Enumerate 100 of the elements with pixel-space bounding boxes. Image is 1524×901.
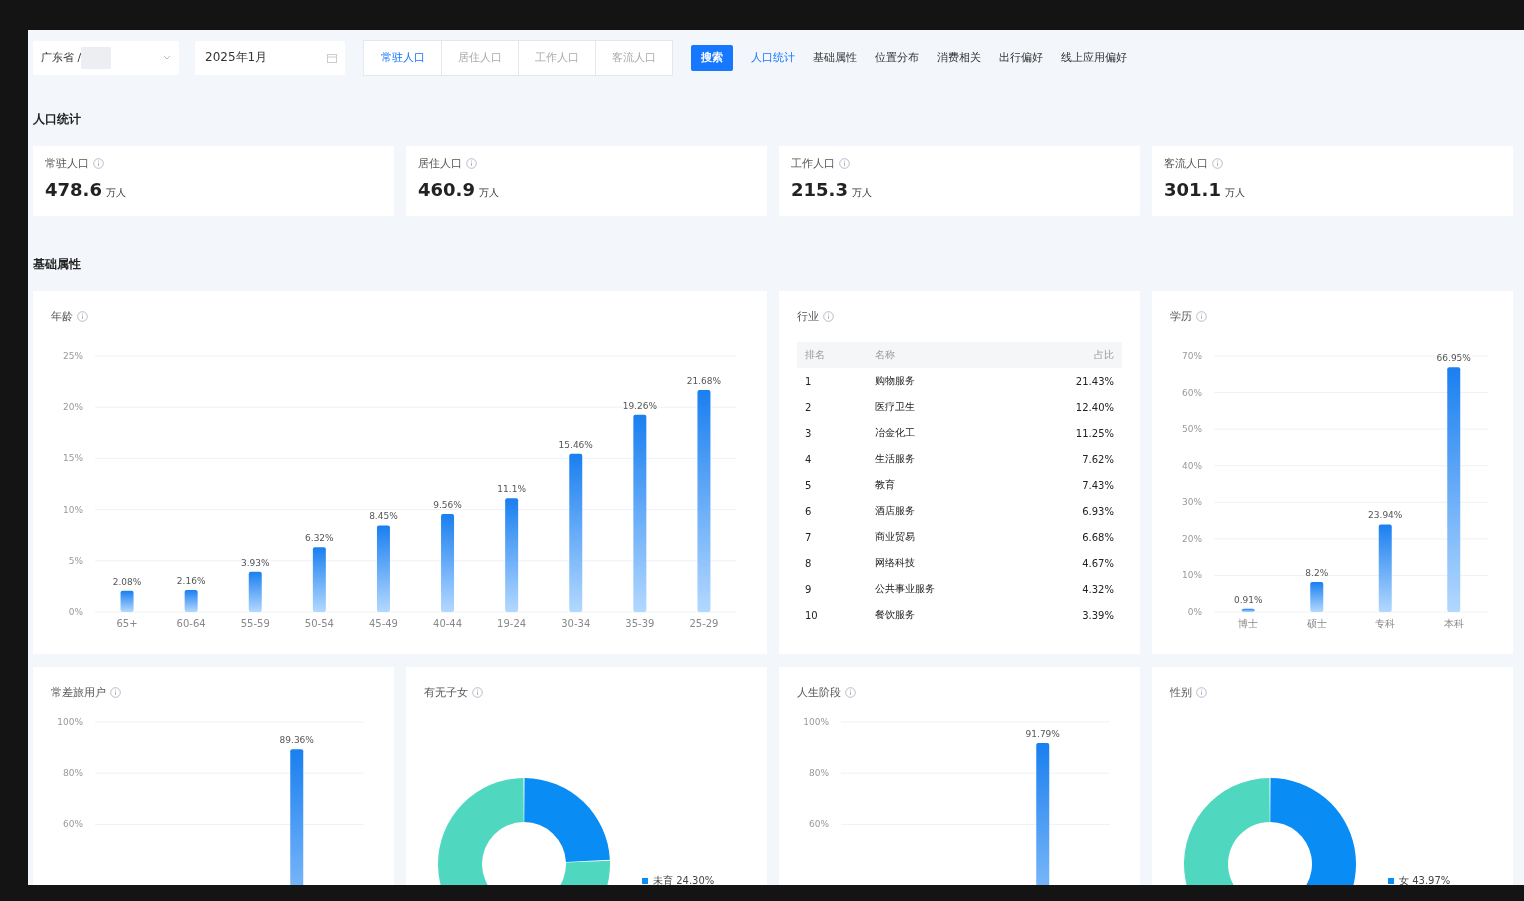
table-cell-text: 8	[804, 556, 813, 571]
axis-tick-label: 10%	[63, 504, 83, 515]
section-title: 基础属性	[32, 256, 82, 273]
info-icon	[1196, 311, 1207, 322]
data-label: 15.46%	[558, 439, 593, 450]
anchor-link[interactable]: 基础属性	[813, 50, 857, 65]
info-icon	[110, 687, 121, 698]
calendar-icon	[327, 52, 337, 63]
axis-tick-label: 80%	[809, 768, 829, 779]
axis-tick-label: 50%	[1182, 424, 1202, 435]
axis-category-label: 55-59	[240, 618, 270, 629]
axis-tick-label: 20%	[1182, 533, 1202, 544]
axis-tick-label: 100%	[803, 717, 829, 727]
stat-label: 工作人口	[791, 156, 835, 171]
data-label: 21.68%	[686, 376, 722, 386]
axis-category-label: 65+	[116, 618, 138, 629]
data-label: 89.36%	[279, 735, 314, 746]
axis-tick-label: 70%	[1182, 351, 1202, 361]
data-label: 8.45%	[369, 511, 398, 522]
table-cell-text: 冶金化工	[874, 426, 917, 440]
axis-category-label: 40-44	[433, 618, 463, 629]
table-cell-text: 12.40%	[1074, 400, 1115, 415]
data-label: 2.16%	[176, 575, 206, 586]
stat-unit: 万人	[1224, 186, 1245, 200]
bar	[1241, 608, 1255, 612]
card-title: 年龄	[51, 309, 73, 324]
axis-category-label: 25-29	[689, 618, 719, 629]
table-cell-text: 5	[804, 478, 813, 493]
stat-label: 客流人口	[1164, 156, 1208, 171]
data-label: 0.91%	[1233, 594, 1263, 605]
card-title: 性别	[1170, 685, 1192, 700]
axis-tick-label: 0%	[68, 607, 83, 617]
table-cell-text: 7.62%	[1081, 452, 1115, 467]
search-button[interactable]: 搜索	[691, 44, 733, 71]
anchor-link[interactable]: 人口统计	[751, 50, 795, 65]
data-label: 19.26%	[622, 400, 657, 411]
table-cell-text: 医疗卫生	[874, 400, 917, 414]
data-label: 2.08%	[112, 576, 142, 587]
table-cell-text: 2	[804, 400, 813, 415]
table-cell-text: 7.43%	[1081, 478, 1115, 493]
axis-tick-label: 5%	[68, 555, 83, 566]
axis-category-label: 专科	[1375, 618, 1396, 629]
card-title: 行业	[797, 309, 819, 324]
table-cell-text: 公共事业服务	[874, 582, 937, 596]
axis-category-label: 45-49	[368, 618, 398, 629]
data-label: 9.56%	[433, 500, 462, 511]
axis-tick-label: 60%	[809, 819, 829, 830]
data-label: 66.95%	[1436, 353, 1471, 364]
axis-tick-label: 80%	[63, 768, 83, 779]
table-cell-text: 4.32%	[1081, 582, 1115, 597]
data-label: 11.1%	[497, 484, 526, 495]
section-title: 人口统计	[32, 111, 82, 128]
legend-swatch	[642, 878, 648, 884]
axis-tick-label: 20%	[63, 402, 83, 413]
info-icon	[472, 687, 483, 698]
chevron-down-icon	[163, 55, 171, 60]
legend-swatch	[1388, 878, 1394, 884]
table-cell: 购物服务	[867, 368, 1017, 394]
legend-item: 女 43.97%	[1388, 874, 1451, 885]
data-label: 3.93%	[240, 557, 270, 568]
table-cell-text: 6.93%	[1081, 504, 1115, 519]
column-header: 占比	[1016, 342, 1122, 368]
axis-tick-label: 10%	[1182, 570, 1202, 581]
data-label: 6.32%	[305, 533, 334, 544]
table-cell-text: 网络科技	[874, 556, 917, 570]
legend-item: 未育 24.30%	[642, 874, 715, 885]
data-label: 91.79%	[1025, 729, 1060, 739]
info-icon	[823, 311, 834, 322]
bar	[120, 590, 134, 612]
info-icon	[77, 311, 88, 322]
table-cell-text: 10	[804, 608, 819, 623]
anchor-link[interactable]: 位置分布	[875, 50, 919, 65]
axis-tick-label: 30%	[1182, 497, 1202, 508]
table-cell-text: 教育	[874, 478, 897, 492]
stat-label: 居住人口	[418, 156, 462, 171]
info-icon	[1196, 687, 1207, 698]
anchor-link[interactable]: 消费相关	[937, 50, 981, 65]
bar	[1310, 582, 1324, 612]
table-cell-text: 酒店服务	[874, 504, 917, 518]
column-header: 排名	[797, 342, 868, 368]
data-label: 23.94%	[1368, 510, 1403, 521]
table-cell-text: 11.25%	[1074, 426, 1115, 441]
table-cell-text: 9	[804, 582, 813, 597]
table-cell: 21.43%	[1016, 368, 1122, 394]
info-icon	[93, 158, 104, 169]
table-cell-text: 商业贸易	[874, 530, 917, 544]
anchor-link[interactable]: 出行偏好	[999, 50, 1043, 65]
axis-category-label: 50-54	[304, 618, 334, 629]
month-picker[interactable]: 2025年1月	[195, 40, 345, 75]
axis-tick-label: 0%	[1187, 607, 1202, 617]
bar	[248, 571, 262, 612]
table-cell-text: 6	[804, 504, 813, 519]
table-cell-text: 7	[804, 530, 813, 545]
table-cell-text: 餐饮服务	[874, 608, 917, 622]
table-cell-text: 生活服务	[874, 452, 917, 466]
anchor-link[interactable]: 线上应用偏好	[1061, 50, 1127, 65]
region-select[interactable]: 广东省 /	[33, 40, 179, 75]
info-icon	[466, 158, 477, 169]
card-title: 学历	[1170, 309, 1192, 324]
axis-category-label: 19-24	[497, 618, 527, 629]
